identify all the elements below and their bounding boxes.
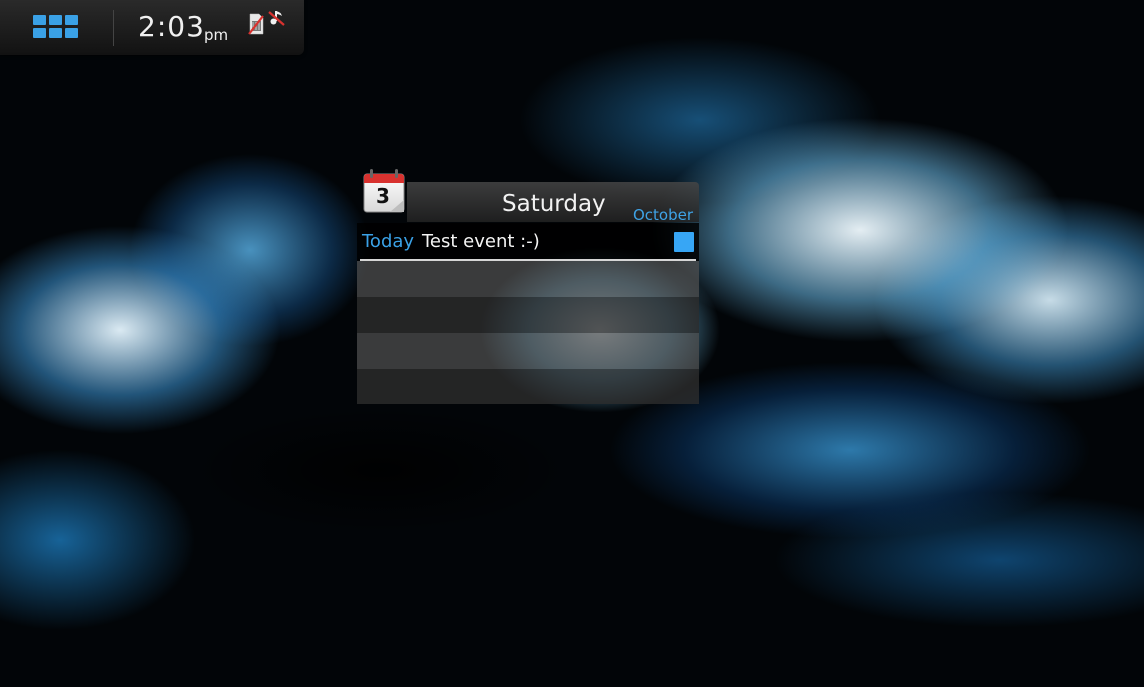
app-grid-icon[interactable] bbox=[33, 15, 78, 41]
event-title: Test event :-) bbox=[422, 231, 540, 252]
event-day-label: Today bbox=[362, 231, 415, 252]
status-divider bbox=[113, 10, 114, 46]
status-bar[interactable]: 2:03 pm bbox=[0, 0, 304, 55]
event-color-square bbox=[674, 232, 694, 252]
empty-event-row[interactable] bbox=[357, 369, 699, 404]
empty-event-row[interactable] bbox=[357, 261, 699, 297]
calendar-widget[interactable]: Saturday October 3 Today Test event :-) bbox=[357, 169, 699, 404]
clock-ampm: pm bbox=[204, 26, 229, 44]
empty-event-row[interactable] bbox=[357, 333, 699, 369]
music-muted-icon bbox=[268, 11, 285, 26]
calendar-icon-day: 3 bbox=[376, 184, 390, 208]
calendar-icon[interactable]: 3 bbox=[360, 168, 408, 216]
event-row[interactable]: Today Test event :-) bbox=[357, 223, 699, 261]
sim-disabled-icon bbox=[248, 13, 264, 35]
calendar-day-name: Saturday bbox=[502, 191, 606, 217]
empty-event-row[interactable] bbox=[357, 297, 699, 333]
clock-time: 2:03 bbox=[138, 10, 205, 43]
calendar-month: October bbox=[632, 206, 693, 224]
calendar-header: Saturday October bbox=[407, 182, 699, 224]
